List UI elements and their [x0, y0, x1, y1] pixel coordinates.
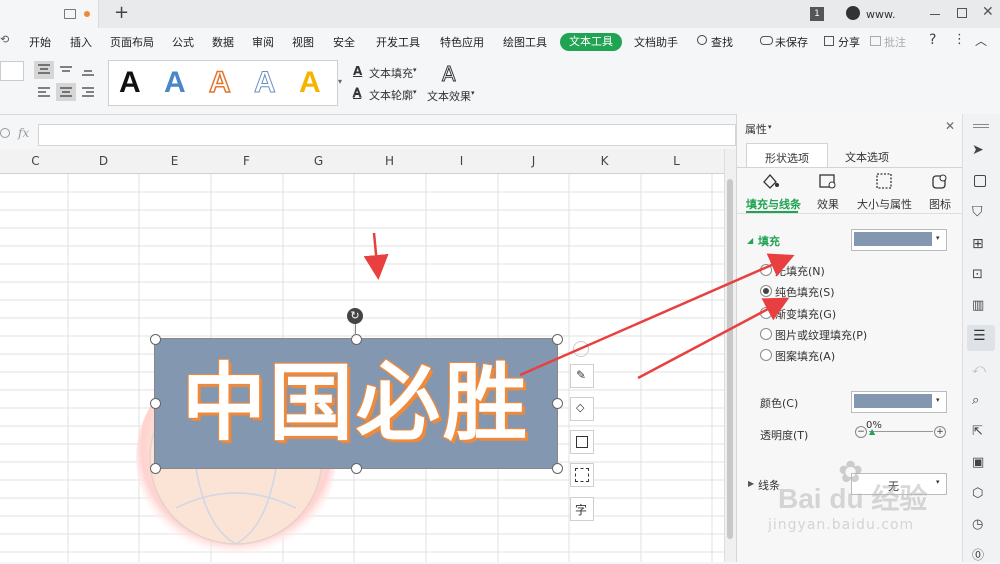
watermark-brand: Bai du 经验 [778, 483, 928, 514]
annotation-arrow-to-fill [519, 253, 795, 377]
annotation-arrow-down [363, 232, 389, 280]
watermark: ✿ Bai du 经验 jingyan.baidu.com [768, 455, 978, 545]
watermark-url: jingyan.baidu.com [768, 517, 915, 533]
annotation-arrow-to-solid [637, 297, 790, 380]
